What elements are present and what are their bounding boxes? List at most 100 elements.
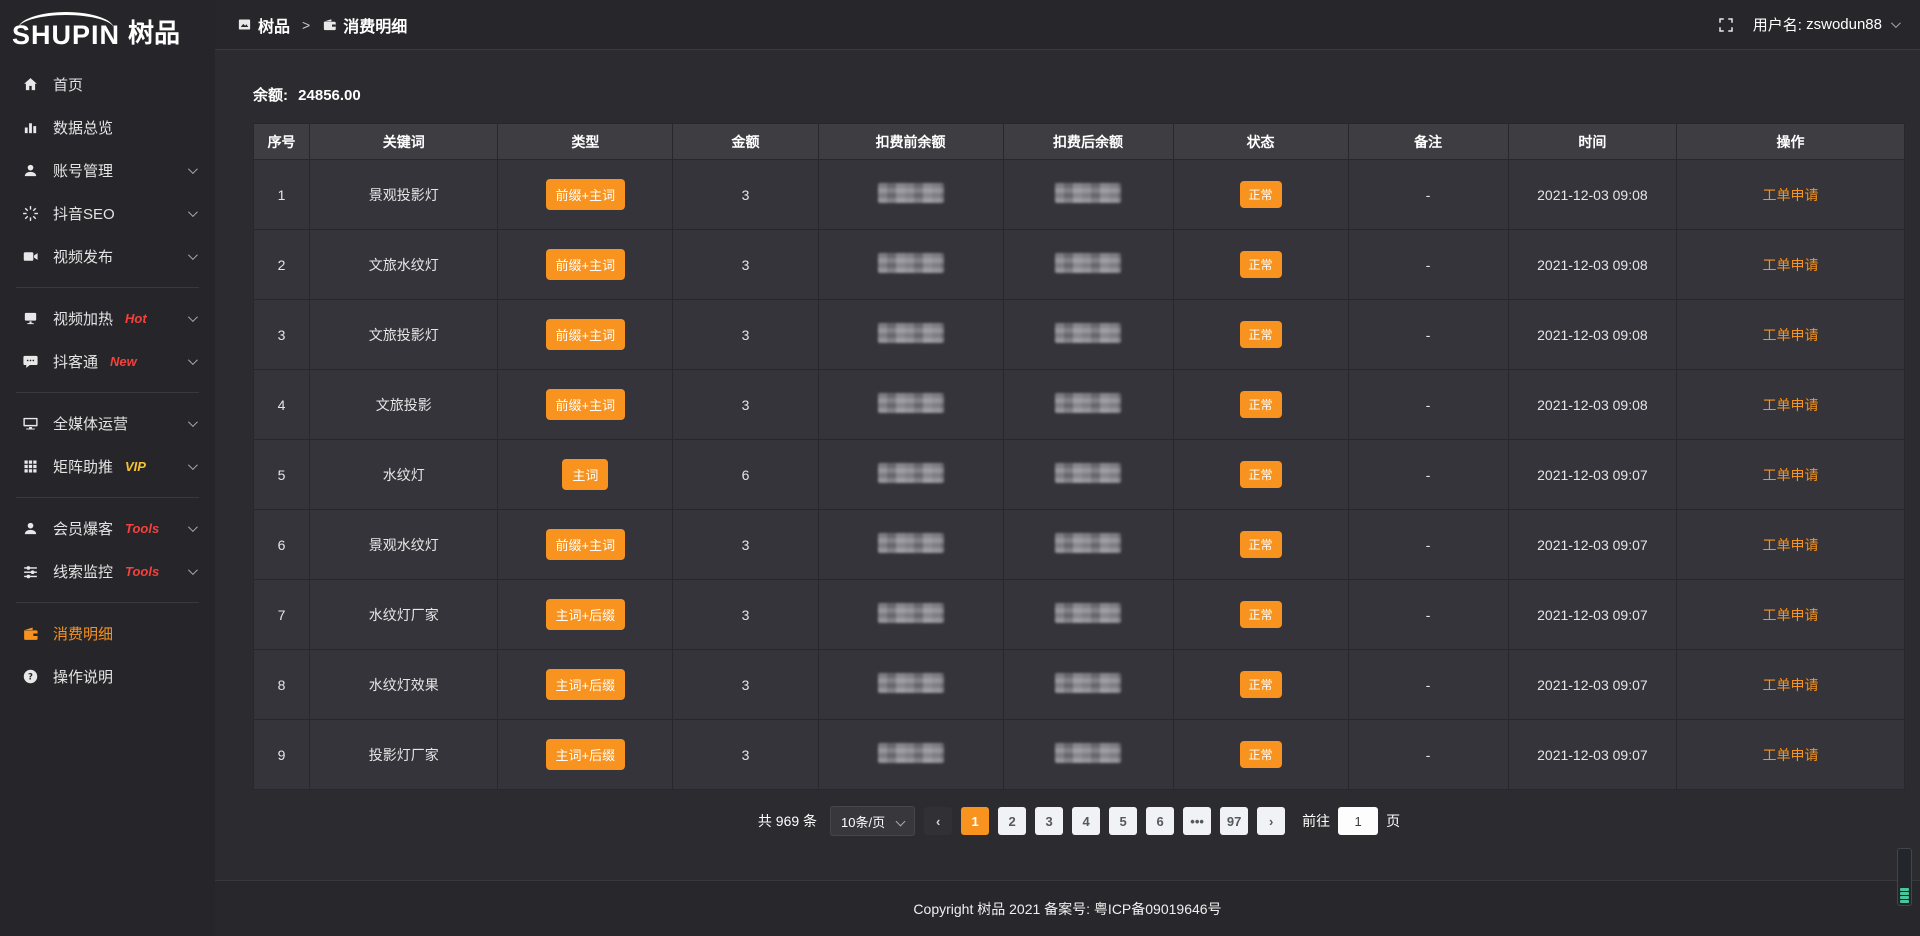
cell-time: 2021-12-03 09:07: [1508, 440, 1676, 510]
page-button-4[interactable]: 4: [1072, 807, 1100, 835]
cell-remark: -: [1348, 230, 1508, 300]
column-header-金额: 金额: [673, 124, 818, 160]
sidebar-item-抖音SEO[interactable]: 抖音SEO: [0, 192, 215, 235]
chevron-down-icon: [896, 816, 906, 826]
page-button-3[interactable]: 3: [1035, 807, 1063, 835]
breadcrumb: 树品 > 消费明细: [237, 13, 407, 37]
brand-logo-cn: 树品: [128, 12, 180, 46]
page-button-5[interactable]: 5: [1109, 807, 1137, 835]
work-order-link[interactable]: 工单申请: [1763, 677, 1819, 693]
sidebar-item-label: 线索监控: [53, 561, 113, 582]
sidebar-item-视频发布[interactable]: 视频发布: [0, 235, 215, 278]
status-badge: 正常: [1173, 650, 1348, 720]
column-header-操作: 操作: [1677, 124, 1905, 160]
chevron-down-icon: [188, 207, 198, 217]
cell-amount: 3: [673, 300, 818, 370]
page-button-1[interactable]: 1: [961, 807, 989, 835]
sidebar-item-矩阵助推[interactable]: 矩阵助推VIP: [0, 445, 215, 488]
breadcrumb-item-树品[interactable]: 树品: [237, 13, 290, 37]
table-row: 1景观投影灯前缀+主词3正常-2021-12-03 09:08工单申请: [254, 160, 1905, 230]
cell-amount: 3: [673, 720, 818, 790]
sidebar-item-账号管理[interactable]: 账号管理: [0, 149, 215, 192]
prev-page-button[interactable]: ‹: [924, 807, 952, 835]
page-size-select[interactable]: 10条/页: [830, 806, 915, 836]
sidebar-item-抖客通[interactable]: 抖客通New: [0, 340, 215, 383]
type-badge: 前缀+主词: [498, 230, 673, 300]
page-button-6[interactable]: 6: [1146, 807, 1174, 835]
cell-post-balance: [1003, 650, 1173, 720]
sidebar-item-label: 账号管理: [53, 160, 113, 181]
sidebar-item-数据总览[interactable]: 数据总览: [0, 106, 215, 149]
next-page-button[interactable]: ›: [1257, 807, 1285, 835]
copyright-text: Copyright 树品 2021 备案号: 粤ICP备09019646号: [913, 899, 1221, 919]
wallet-icon: [322, 17, 337, 32]
table-row: 2文旅水纹灯前缀+主词3正常-2021-12-03 09:08工单申请: [254, 230, 1905, 300]
sidebar-item-线索监控[interactable]: 线索监控Tools: [0, 550, 215, 593]
chevron-down-icon: [188, 250, 198, 260]
cell-time: 2021-12-03 09:07: [1508, 510, 1676, 580]
sidebar-badge-New: New: [110, 354, 137, 369]
work-order-link[interactable]: 工单申请: [1763, 607, 1819, 623]
type-badge: 前缀+主词: [546, 249, 626, 280]
work-order-link: 工单申请: [1677, 370, 1905, 440]
work-order-link[interactable]: 工单申请: [1763, 327, 1819, 343]
sidebar-nav: 首页数据总览账号管理抖音SEO视频发布视频加热Hot抖客通New 全媒体运营矩阵助…: [0, 63, 215, 698]
sidebar-item-label: 消费明细: [53, 623, 113, 644]
cell-remark: -: [1348, 720, 1508, 790]
cell-pre-balance: [818, 510, 1003, 580]
cell-no: 9: [254, 720, 310, 790]
sidebar-item-操作说明[interactable]: ?操作说明: [0, 655, 215, 698]
table-row: 8水纹灯效果主词+后缀3正常-2021-12-03 09:07工单申请: [254, 650, 1905, 720]
sidebar-item-label: 首页: [53, 74, 83, 95]
page-button-97[interactable]: 97: [1220, 807, 1248, 835]
breadcrumb-separator: >: [302, 17, 310, 33]
page-size-value: 10条/页: [841, 812, 885, 831]
main-column: 树品>消费明细 用户名: zswodun88 余额: 24856.00 序号关键…: [215, 0, 1920, 936]
cell-post-balance: [1003, 510, 1173, 580]
breadcrumb-item-消费明细[interactable]: 消费明细: [322, 13, 407, 37]
table-body: 1景观投影灯前缀+主词3正常-2021-12-03 09:08工单申请2文旅水纹…: [254, 160, 1905, 790]
sidebar-item-全媒体运营[interactable]: 全媒体运营: [0, 402, 215, 445]
censored-value: [878, 253, 944, 273]
cell-remark: -: [1348, 440, 1508, 510]
page-button-2[interactable]: 2: [998, 807, 1026, 835]
work-order-link[interactable]: 工单申请: [1763, 467, 1819, 483]
cell-no: 1: [254, 160, 310, 230]
work-order-link[interactable]: 工单申请: [1763, 397, 1819, 413]
goto-page-input[interactable]: [1338, 807, 1378, 835]
sidebar-item-视频加热[interactable]: 视频加热Hot: [0, 297, 215, 340]
user-menu[interactable]: 用户名: zswodun88: [1753, 14, 1898, 35]
sidebar-badge-VIP: VIP: [125, 459, 146, 474]
type-badge: 前缀+主词: [546, 319, 626, 350]
work-order-link[interactable]: 工单申请: [1763, 187, 1819, 203]
sidebar-item-label: 数据总览: [53, 117, 113, 138]
fullscreen-icon[interactable]: [1717, 16, 1735, 34]
cell-no: 5: [254, 440, 310, 510]
work-order-link[interactable]: 工单申请: [1763, 537, 1819, 553]
sidebar-item-会员爆客[interactable]: 会员爆客Tools: [0, 507, 215, 550]
status-badge: 正常: [1240, 461, 1282, 488]
sidebar-item-label: 操作说明: [53, 666, 113, 687]
sidebar-item-首页[interactable]: 首页: [0, 63, 215, 106]
cell-amount: 3: [673, 510, 818, 580]
sidebar-badge-Tools: Tools: [125, 521, 159, 536]
cell-keyword: 水纹灯: [310, 440, 498, 510]
cell-pre-balance: [818, 440, 1003, 510]
person-icon: [22, 520, 39, 537]
cell-remark: -: [1348, 510, 1508, 580]
status-badge: 正常: [1240, 251, 1282, 278]
work-order-link[interactable]: 工单申请: [1763, 257, 1819, 273]
type-badge: 主词+后缀: [546, 669, 626, 700]
work-order-link: 工单申请: [1677, 510, 1905, 580]
sidebar-item-消费明细[interactable]: 消费明细: [0, 612, 215, 655]
sidebar-divider: [16, 602, 199, 603]
page-ellipsis-button[interactable]: •••: [1183, 807, 1211, 835]
picture-icon: [237, 17, 252, 32]
status-badge: 正常: [1240, 741, 1282, 768]
pagination-total: 共 969 条: [758, 811, 817, 831]
censored-value: [1055, 533, 1121, 553]
status-badge: 正常: [1173, 370, 1348, 440]
column-header-状态: 状态: [1173, 124, 1348, 160]
cell-no: 3: [254, 300, 310, 370]
work-order-link[interactable]: 工单申请: [1763, 747, 1819, 763]
